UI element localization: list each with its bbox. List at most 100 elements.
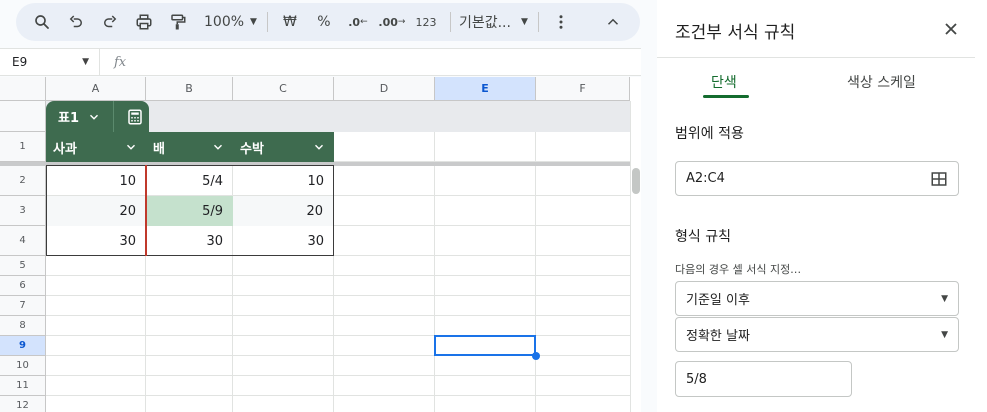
currency-label: ₩ (283, 14, 297, 30)
table-header-apple[interactable]: 사과 (46, 132, 146, 162)
column-header-b[interactable]: B (146, 77, 233, 101)
range-value: A2:C4 (686, 171, 725, 186)
condition-label: 다음의 경우 셀 서식 지정… (675, 263, 802, 276)
column-header-d[interactable]: D (334, 77, 435, 101)
arrow-left-icon: ← (360, 17, 368, 27)
selected-cell-e9[interactable] (434, 335, 536, 356)
grid-line (434, 101, 435, 412)
table-header-watermelon[interactable]: 수박 (233, 132, 334, 162)
row-header-2[interactable]: 2 (0, 166, 46, 196)
table-name-tab[interactable]: 표1 (46, 101, 149, 132)
cell-a4[interactable]: 30 (46, 226, 146, 256)
column-header-a[interactable]: A (46, 77, 146, 101)
zoom-select[interactable]: 100% ▼ (204, 7, 257, 37)
table-header-label: 수박 (240, 141, 264, 157)
apply-range-label: 범위에 적용 (675, 126, 744, 142)
condition-value: 기준일 이후 (686, 293, 750, 308)
row-header-4[interactable]: 4 (0, 226, 46, 256)
column-header-e[interactable]: E (435, 77, 536, 101)
row-header-spacer (0, 101, 46, 132)
more-vert-icon[interactable] (547, 7, 575, 37)
search-icon[interactable] (28, 7, 56, 37)
row-header-6[interactable]: 6 (0, 276, 46, 296)
column-a-divider (145, 165, 147, 256)
cell-b4[interactable]: 30 (146, 226, 233, 256)
undo-icon[interactable] (62, 7, 90, 37)
number-format-button[interactable]: 123 (412, 7, 440, 37)
decrease-decimal-label: .0 (348, 15, 361, 29)
chevron-down-icon (90, 114, 99, 120)
formula-input[interactable] (126, 49, 641, 75)
range-input[interactable]: A2:C4 (675, 161, 959, 196)
fx-icon: fx (114, 54, 127, 70)
format-rules-label: 형식 규칙 (675, 229, 731, 245)
cell-b3[interactable]: 5/9 (146, 196, 233, 226)
cell-c3[interactable]: 20 (233, 196, 333, 226)
chevron-down-icon: ▼ (941, 329, 948, 340)
tab-color-scale[interactable]: 색상 스케일 (847, 72, 916, 92)
table-header-label: 배 (153, 141, 165, 157)
date-type-select[interactable]: 정확한 날짜 ▼ (675, 317, 959, 352)
conditional-format-panel: 조건부 서식 규칙 단색 색상 스케일 범위에 적용 A2:C4 형식 규칙 다… (657, 0, 987, 412)
vertical-scrollbar-thumb[interactable] (632, 168, 640, 194)
chevron-down-icon (315, 144, 323, 150)
decrease-decimal-button[interactable]: .0 ← (344, 7, 372, 37)
increase-decimal-label: .00 (378, 15, 398, 29)
name-box[interactable]: E9 ▼ (0, 49, 100, 75)
row-header-5[interactable]: 5 (0, 256, 46, 276)
number-format-label: 123 (415, 15, 437, 29)
vertical-scrollbar-track[interactable] (630, 101, 641, 412)
close-icon[interactable] (941, 19, 961, 39)
tab-single-color[interactable]: 단색 (711, 72, 737, 92)
percent-label: % (317, 14, 331, 30)
row-header-1[interactable]: 1 (0, 132, 46, 162)
row-header-8[interactable]: 8 (0, 316, 46, 336)
fill-handle[interactable] (532, 352, 540, 360)
condition-select[interactable]: 기준일 이후 ▼ (675, 281, 959, 316)
paint-format-icon[interactable] (164, 7, 192, 37)
panel-divider (657, 57, 975, 58)
increase-decimal-button[interactable]: .00 → (378, 7, 406, 37)
cell-a3[interactable]: 20 (47, 196, 146, 226)
column-header-c[interactable]: C (233, 77, 334, 101)
chevron-down-icon: ▼ (941, 293, 948, 304)
cell-c2[interactable]: 10 (233, 166, 334, 196)
panel-title: 조건부 서식 규칙 (675, 23, 796, 43)
font-value: 기본값... (458, 15, 511, 31)
row-header-3[interactable]: 3 (0, 196, 46, 226)
chevron-down-icon (127, 144, 135, 150)
row-header-11[interactable]: 11 (0, 376, 46, 396)
select-range-icon[interactable] (930, 170, 948, 188)
redo-icon[interactable] (96, 7, 124, 37)
table-tab-divider (113, 101, 115, 132)
grid-line (46, 355, 630, 356)
row-header-10[interactable]: 10 (0, 356, 46, 376)
column-header-f[interactable]: F (536, 77, 630, 101)
row-header-12[interactable]: 12 (0, 396, 46, 412)
date-value: 5/8 (686, 371, 707, 387)
row-header-9[interactable]: 9 (0, 336, 46, 356)
date-value-input[interactable]: 5/8 (675, 361, 852, 397)
row-header-7[interactable]: 7 (0, 296, 46, 316)
cell-reference: E9 (12, 55, 28, 69)
date-type-value: 정확한 날짜 (686, 329, 750, 344)
table-header-pear[interactable]: 배 (146, 132, 233, 162)
print-icon[interactable] (130, 7, 158, 37)
percent-format-button[interactable]: % (310, 7, 338, 37)
chevron-down-icon (214, 144, 222, 150)
calculator-icon[interactable] (126, 108, 144, 126)
cell-a2[interactable]: 10 (46, 166, 146, 196)
cell-c4[interactable]: 30 (233, 226, 334, 256)
grid-line (46, 375, 630, 376)
cell-b2[interactable]: 5/4 (146, 166, 233, 196)
chevron-down-icon: ▼ (250, 17, 257, 27)
table-header-label: 사과 (53, 141, 77, 157)
chevron-down-icon: ▼ (520, 17, 528, 27)
collapse-icon[interactable] (599, 7, 627, 37)
select-all-corner[interactable] (0, 77, 46, 101)
currency-format-button[interactable]: ₩ (276, 7, 304, 37)
font-select[interactable]: 기본값... ▼ (459, 7, 528, 37)
grid-line (46, 295, 630, 296)
spreadsheet-grid[interactable]: A B C D E F 표1 1 2 3 4 5 6 7 8 9 10 11 1… (0, 77, 641, 412)
toolbar-divider (449, 12, 451, 32)
